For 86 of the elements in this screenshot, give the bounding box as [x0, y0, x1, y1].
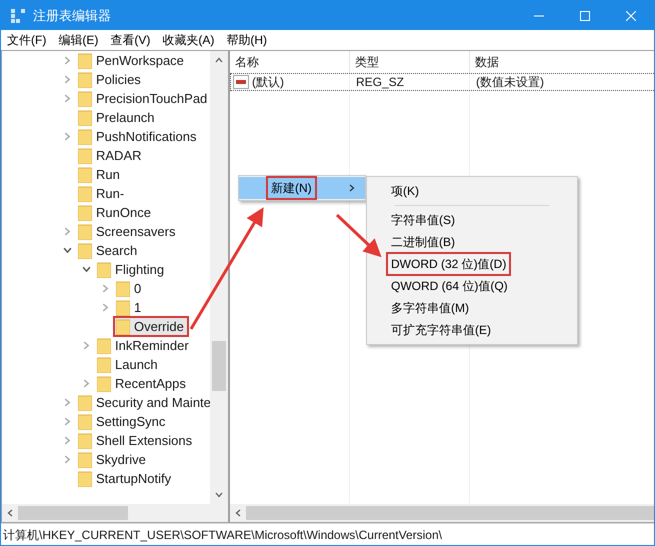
folder-icon [97, 356, 111, 372]
menu-item[interactable]: 文件(F) [1, 31, 52, 49]
folder-icon [78, 110, 92, 126]
folder-icon [97, 376, 111, 392]
folder-icon [78, 90, 92, 106]
folder-icon [78, 224, 92, 240]
submenu-item[interactable]: 二进制值(B) [387, 231, 459, 253]
tree-item[interactable]: RADAR [76, 146, 146, 165]
scroll-left-icon[interactable] [235, 509, 241, 517]
column-header[interactable]: 名称 [230, 51, 350, 73]
folder-icon [97, 262, 111, 278]
folder-icon [78, 452, 92, 468]
folder-icon [97, 338, 111, 354]
tree-item[interactable]: StartupNotify [76, 469, 176, 488]
registry-icon [11, 8, 25, 22]
folder-icon [78, 242, 92, 258]
tree-item[interactable]: Search [76, 241, 142, 260]
tree-item[interactable]: SettingSync [76, 412, 170, 431]
folder-icon [78, 414, 92, 430]
folder-icon [78, 166, 92, 182]
chevron-icon[interactable] [82, 265, 90, 274]
vertical-scrollbar[interactable] [210, 51, 228, 504]
tree-item[interactable]: RunOnce [76, 203, 155, 222]
folder-icon [78, 432, 92, 448]
tree-item[interactable]: PushNotifications [76, 127, 200, 146]
tree-item[interactable]: InkReminder [95, 336, 193, 355]
value-type: REG_SZ [355, 74, 406, 91]
folder-icon [78, 470, 92, 486]
folder-icon [116, 318, 130, 334]
chevron-icon[interactable] [62, 246, 72, 255]
tree-item[interactable]: Skydrive [76, 450, 150, 469]
menu-item[interactable]: 编辑(E) [52, 31, 104, 49]
tree-item[interactable]: Shell Extensions [76, 431, 196, 450]
horizontal-scrollbar[interactable] [2, 504, 228, 522]
folder-icon [78, 128, 92, 144]
close-icon [626, 10, 636, 20]
menu-item[interactable]: 帮助(H) [220, 31, 273, 49]
tree-item[interactable]: Launch [95, 355, 162, 374]
context-menu-item[interactable]: 新建(N) [239, 177, 365, 199]
tree-item[interactable]: Prelaunch [76, 108, 159, 127]
submenu-item[interactable]: 字符串值(S) [387, 209, 459, 231]
submenu-item[interactable]: QWORD (64 位)值(Q) [387, 275, 512, 297]
folder-icon [78, 52, 92, 68]
folder-icon [78, 148, 92, 164]
tree-item[interactable]: Screensavers [76, 222, 180, 241]
value-row[interactable]: (默认) REG_SZ (数值未设置) [230, 73, 654, 91]
tree-item[interactable]: Run [76, 165, 124, 184]
submenu-item[interactable]: DWORD (32 位)值(D) [387, 253, 510, 275]
submenu-item[interactable]: 多字符串值(M) [387, 297, 473, 319]
tree-item[interactable]: Security and Mainte [76, 393, 210, 412]
column-header[interactable]: 数据 [470, 51, 654, 73]
tree-item[interactable]: PenWorkspace [76, 51, 188, 70]
menu-item[interactable]: 收藏夹(A) [156, 31, 220, 49]
tree-item[interactable]: 1 [114, 298, 146, 317]
scroll-thumb[interactable] [18, 506, 128, 520]
submenu-item[interactable]: 项(K) [387, 180, 423, 202]
string-value-icon [233, 75, 249, 89]
scroll-up-icon[interactable] [215, 57, 223, 63]
window-title: 注册表编辑器 [33, 6, 111, 25]
value-name: (默认) [252, 74, 284, 91]
submenu-chevron-icon [349, 184, 355, 192]
tree-item[interactable]: Flighting [95, 260, 168, 279]
tree-item[interactable]: PrecisionTouchPad [76, 89, 210, 108]
horizontal-scrollbar[interactable] [230, 504, 654, 522]
value-data: (数值未设置) [475, 74, 545, 91]
scroll-thumb[interactable] [212, 341, 226, 391]
maximize-icon [580, 10, 590, 20]
submenu-item[interactable]: 可扩充字符串值(E) [387, 319, 495, 341]
menu-item-label: 新建(N) [267, 177, 316, 199]
folder-icon [116, 280, 130, 296]
tree-item[interactable]: Policies [76, 70, 145, 89]
tree-item[interactable]: RecentApps [95, 374, 190, 393]
column-header[interactable]: 类型 [350, 51, 470, 73]
tree-item[interactable]: 0 [114, 279, 146, 298]
scroll-down-icon[interactable] [215, 492, 223, 498]
menu-item[interactable]: 查看(V) [104, 31, 156, 49]
scroll-thumb[interactable] [246, 506, 654, 520]
folder-icon [78, 204, 92, 220]
annotation-arrow [336, 214, 382, 258]
folder-icon [78, 72, 92, 88]
tree-item[interactable]: Override [114, 317, 188, 336]
scroll-left-icon[interactable] [7, 509, 13, 517]
tree-item[interactable]: Run- [76, 184, 128, 203]
folder-icon [78, 394, 92, 410]
folder-icon [116, 300, 130, 316]
folder-icon [78, 186, 92, 202]
